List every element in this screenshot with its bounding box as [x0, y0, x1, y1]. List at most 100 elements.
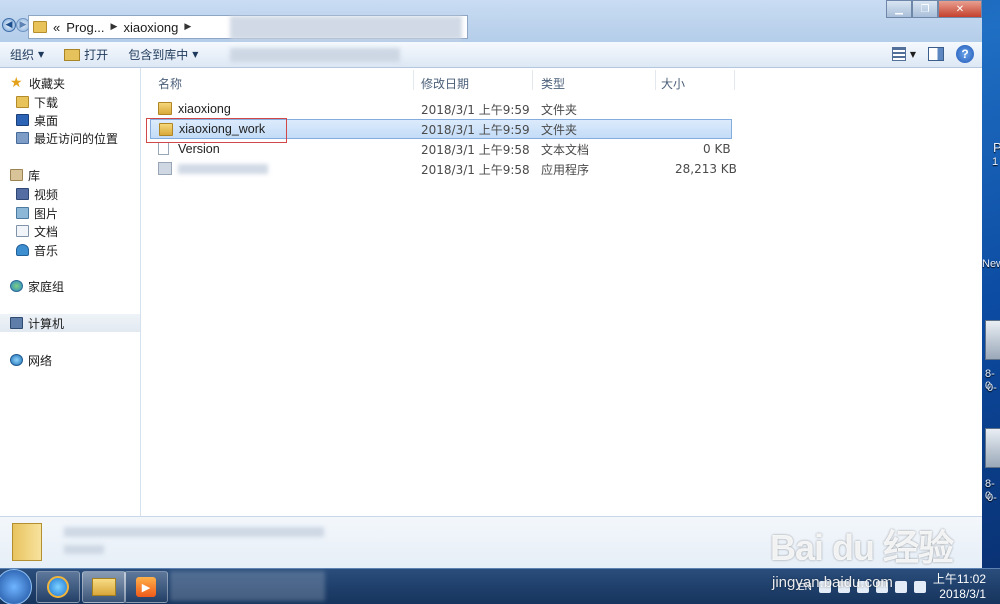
network-icon	[10, 354, 23, 366]
file-size: 0 KB	[703, 142, 731, 156]
nav-videos[interactable]: 视频	[16, 185, 58, 203]
column-header-size[interactable]: 大小	[661, 75, 685, 92]
nav-downloads[interactable]: 下载	[16, 93, 58, 111]
file-row[interactable]: xiaoxiong 2018/3/1 上午9:59 文件夹	[150, 99, 732, 119]
maximize-button[interactable]: ❐	[912, 0, 938, 18]
taskbar-media-button[interactable]: ▶	[124, 571, 168, 603]
column-header-date[interactable]: 修改日期	[421, 75, 469, 92]
desktop-label-p: P	[993, 140, 1000, 155]
column-header-name[interactable]: 名称	[158, 75, 182, 92]
file-type: 文件夹	[541, 102, 578, 117]
nav-network-label: 网络	[28, 353, 53, 368]
help-icon[interactable]: ?	[956, 45, 974, 63]
file-name: xiaoxiong	[178, 102, 231, 116]
toolbar-right: ▼ ?	[891, 45, 974, 63]
column-divider[interactable]	[413, 70, 414, 90]
file-date: 2018/3/1 上午9:59	[421, 122, 530, 137]
volume-icon[interactable]	[913, 581, 926, 593]
chevron-down-icon: ▼	[192, 50, 199, 59]
window-controls: ▁ ❐ ✕	[886, 0, 982, 18]
file-size: 28,213 KB	[675, 162, 737, 176]
nav-music[interactable]: 音乐	[16, 241, 58, 259]
nav-network[interactable]: 网络	[10, 351, 52, 369]
preview-pane-icon[interactable]	[928, 47, 944, 61]
internet-explorer-icon	[47, 576, 69, 598]
nav-computer-label: 计算机	[28, 316, 65, 331]
folder-icon	[33, 21, 47, 33]
address-segment-program[interactable]: Prog...	[66, 20, 104, 35]
start-button[interactable]	[0, 569, 32, 604]
desktop-label-1: 1	[992, 156, 999, 168]
explorer-window: ◀ ▶ « Prog... ▶ xiaoxiong ▶ ▁ ❐ ✕ 组织 ▼ 打…	[0, 0, 982, 568]
file-date: 2018/3/1 上午9:58	[421, 162, 530, 177]
desktop-label-b: 0-	[987, 382, 997, 394]
address-segment-current[interactable]: xiaoxiong	[123, 20, 178, 35]
nav-recent[interactable]: 最近访问的位置	[16, 129, 118, 147]
network-tray-icon[interactable]	[894, 581, 907, 593]
organize-label: 组织	[10, 48, 35, 62]
nav-buttons: ◀ ▶	[2, 18, 30, 32]
file-type: 应用程序	[541, 162, 590, 177]
close-button[interactable]: ✕	[938, 0, 982, 18]
nav-documents[interactable]: 文档	[16, 222, 58, 240]
redacted-details-line	[64, 527, 324, 537]
desktop-thumbnail[interactable]	[985, 320, 1000, 360]
chevron-down-icon[interactable]: ▼	[910, 50, 916, 59]
open-label: 打开	[84, 48, 109, 62]
redacted-taskbar-area	[170, 571, 325, 601]
file-type: 文本文档	[541, 142, 590, 157]
chevron-right-icon[interactable]: ▶	[184, 22, 191, 32]
nav-documents-label: 文档	[34, 224, 59, 239]
column-header-type[interactable]: 类型	[541, 75, 565, 92]
desktop-thumbnail[interactable]	[985, 428, 1000, 468]
taskbar-ie-button[interactable]	[36, 571, 80, 603]
clock-time: 上午11:02	[932, 572, 986, 586]
organize-button[interactable]: 组织 ▼	[0, 46, 54, 63]
nav-desktop[interactable]: 桌面	[16, 111, 58, 129]
file-row[interactable]: 2018/3/1 上午9:58 应用程序 28,213 KB	[150, 159, 737, 179]
chevron-right-icon[interactable]: ▶	[111, 22, 118, 32]
file-name: Version	[178, 142, 220, 156]
folder-icon	[92, 578, 116, 596]
music-icon	[16, 244, 29, 256]
nav-pictures[interactable]: 图片	[16, 204, 58, 222]
minimize-button[interactable]: ▁	[886, 0, 912, 18]
media-player-icon: ▶	[136, 577, 156, 597]
nav-favorites[interactable]: ★ 收藏夹	[10, 74, 65, 92]
navigation-pane: ★ 收藏夹 下载 桌面 最近访问的位置 库 视频 图片 文档 音乐 家庭组 计算…	[0, 68, 141, 516]
document-icon	[16, 225, 29, 237]
watermark-brand: Bai du 经验	[770, 527, 954, 568]
folder-icon	[16, 96, 29, 108]
open-folder-icon	[64, 48, 81, 61]
file-type: 文件夹	[541, 122, 578, 137]
taskbar-explorer-button[interactable]	[82, 571, 126, 603]
chevron-down-icon: ▼	[38, 50, 45, 59]
column-divider[interactable]	[532, 70, 533, 90]
redacted-details-line	[64, 545, 104, 554]
nav-homegroup[interactable]: 家庭组	[10, 277, 64, 295]
column-divider[interactable]	[734, 70, 735, 90]
clock[interactable]: 上午11:02 2018/3/1	[933, 572, 986, 602]
address-overflow[interactable]: «	[53, 20, 60, 35]
recent-places-icon	[16, 132, 29, 144]
library-icon	[10, 169, 23, 181]
text-file-icon	[158, 142, 169, 155]
application-icon	[158, 162, 172, 175]
redacted-file-name	[178, 164, 268, 174]
nav-pictures-label: 图片	[34, 206, 59, 221]
nav-computer[interactable]: 计算机	[0, 314, 140, 332]
star-icon: ★	[10, 75, 23, 91]
open-button[interactable]: 打开	[54, 46, 118, 63]
back-arrow-icon[interactable]: ◀	[2, 18, 16, 32]
column-divider[interactable]	[655, 70, 656, 90]
video-icon	[16, 188, 29, 200]
file-list: 名称 修改日期 类型 大小 xiaoxiong 2018/3/1 上午9:59 …	[142, 68, 982, 516]
include-library-label: 包含到库中	[128, 48, 189, 62]
nav-homegroup-label: 家庭组	[28, 279, 65, 294]
homegroup-icon	[10, 280, 23, 292]
nav-desktop-label: 桌面	[34, 113, 59, 128]
view-options-icon[interactable]	[891, 47, 906, 61]
computer-icon	[10, 317, 23, 329]
nav-libraries[interactable]: 库	[10, 166, 40, 184]
include-library-button[interactable]: 包含到库中 ▼	[118, 46, 208, 63]
